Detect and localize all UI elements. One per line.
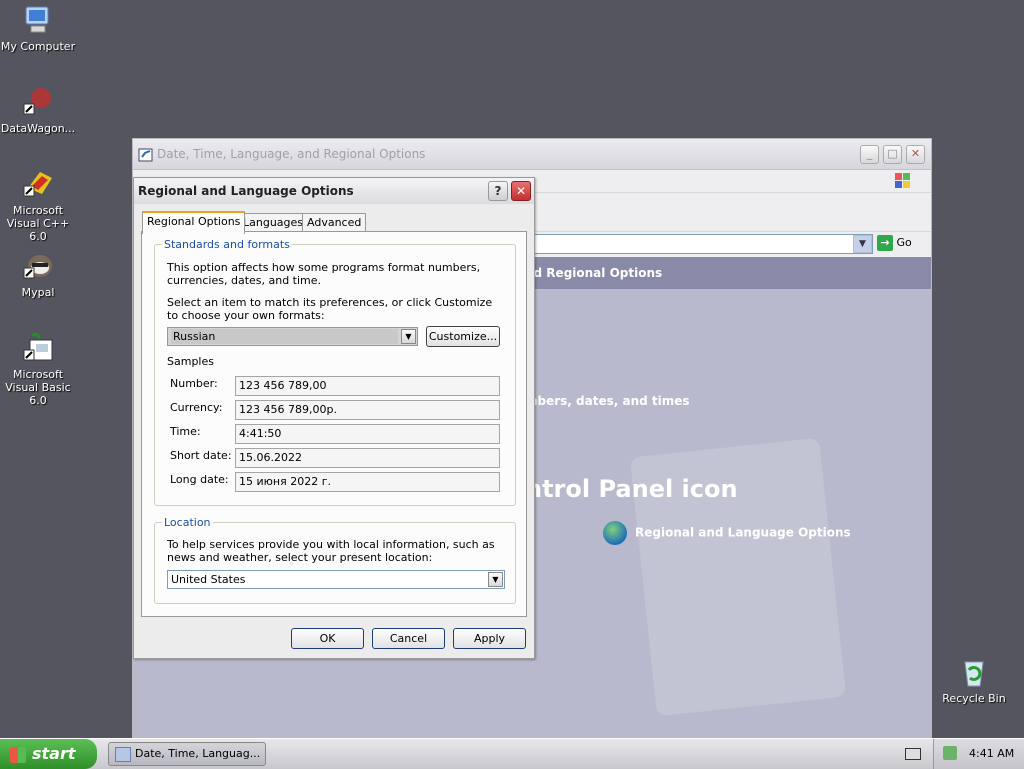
- cancel-button[interactable]: Cancel: [372, 628, 445, 649]
- customize-button[interactable]: Customize...: [426, 326, 500, 347]
- tab-languages[interactable]: Languages: [238, 213, 309, 232]
- chevron-down-icon[interactable]: ▼: [488, 572, 503, 587]
- datawagon-icon: [22, 86, 54, 118]
- sample-long-date-label: Long date:: [170, 473, 229, 486]
- header-text: nd Regional Options: [525, 266, 663, 280]
- start-label: start: [32, 744, 76, 763]
- visual-cpp-icon: [22, 168, 54, 200]
- maximize-button[interactable]: □: [883, 145, 902, 164]
- desktop-icon-visual-cpp[interactable]: Microsoft Visual C++ 6.0: [0, 168, 78, 243]
- location-legend: Location: [162, 516, 213, 529]
- windows-logo-icon: [895, 173, 910, 188]
- regional-language-link-label: Regional and Language Options: [635, 525, 851, 540]
- sample-currency-label: Currency:: [170, 401, 223, 414]
- sample-currency-value: 123 456 789,00р.: [235, 400, 500, 420]
- desktop-icon-visual-basic[interactable]: Microsoft Visual Basic 6.0: [0, 332, 78, 407]
- tab-regional-options[interactable]: Regional Options: [142, 211, 246, 234]
- taskbar-item-label: Date, Time, Languag...: [135, 747, 261, 760]
- standards-legend: Standards and formats: [162, 238, 292, 251]
- sample-time-label: Time:: [170, 425, 201, 438]
- sample-long-date-value: 15 июня 2022 г.: [235, 472, 500, 492]
- clock[interactable]: 4:41 AM: [969, 747, 1014, 760]
- task-subtitle: mbers, dates, and times: [525, 394, 690, 408]
- regional-language-dialog: Regional and Language Options ? ✕ Region…: [133, 177, 535, 659]
- desktop-icon-label: Recycle Bin: [942, 692, 1006, 705]
- desktop-icon-mypal[interactable]: Mypal: [0, 250, 78, 299]
- location-select-value: United States: [171, 573, 246, 586]
- go-button[interactable]: → Go: [877, 235, 912, 253]
- tab-advanced[interactable]: Advanced: [302, 213, 367, 232]
- format-select-value: Russian: [171, 329, 398, 344]
- help-button[interactable]: ?: [488, 181, 508, 201]
- location-description: To help services provide you with local …: [167, 538, 495, 564]
- samples-label: Samples: [167, 355, 214, 368]
- system-tray: 4:41 AM: [933, 739, 1024, 769]
- network-icon[interactable]: [943, 746, 957, 760]
- dialog-title: Regional and Language Options: [138, 184, 354, 198]
- windows-flag-icon: [10, 746, 26, 763]
- regional-language-link[interactable]: Regional and Language Options: [603, 521, 851, 545]
- sample-short-date-label: Short date:: [170, 449, 232, 462]
- dialog-close-button[interactable]: ✕: [511, 181, 531, 201]
- recycle-bin-icon: [958, 656, 990, 688]
- visual-basic-icon: [22, 332, 54, 364]
- desktop-icon-label: Microsoft Visual Basic 6.0: [5, 368, 71, 407]
- format-select[interactable]: Russian ▼: [167, 327, 418, 346]
- minimize-button[interactable]: _: [860, 145, 879, 164]
- go-label: Go: [896, 236, 912, 249]
- keyboard-icon[interactable]: [905, 748, 921, 760]
- control-panel-titlebar[interactable]: Date, Time, Language, and Regional Optio…: [133, 139, 931, 170]
- my-computer-icon: [22, 4, 54, 36]
- globe-icon: [603, 521, 627, 545]
- chevron-down-icon[interactable]: ▼: [401, 329, 416, 344]
- desktop-icon-label: Microsoft Visual C++ 6.0: [6, 204, 70, 243]
- standards-formats-group: Standards and formats This option affect…: [154, 238, 516, 506]
- desktop-icon-label: Mypal: [21, 286, 55, 299]
- sample-number-value: 123 456 789,00: [235, 376, 500, 396]
- sample-short-date-value: 15.06.2022: [235, 448, 500, 468]
- close-button[interactable]: ✕: [906, 145, 925, 164]
- taskbar: start Date, Time, Languag... 4:41 AM: [0, 738, 1024, 769]
- desktop-icon-recycle-bin[interactable]: Recycle Bin: [934, 656, 1014, 705]
- mypal-icon: [22, 250, 54, 282]
- start-button[interactable]: start: [0, 739, 97, 769]
- desktop-icon-datawagon[interactable]: DataWagon...: [0, 86, 78, 135]
- standards-instruction: Select an item to match its preferences,…: [167, 296, 493, 322]
- taskbar-item-date-time[interactable]: Date, Time, Languag...: [108, 742, 266, 766]
- control-panel-title: Date, Time, Language, and Regional Optio…: [157, 147, 426, 161]
- address-dropdown-button[interactable]: ▼: [853, 235, 872, 253]
- tab-panel: Standards and formats This option affect…: [141, 231, 527, 617]
- pick-icon-title: ntrol Panel icon: [525, 475, 738, 503]
- sample-time-value: 4:41:50: [235, 424, 500, 444]
- desktop-icon-my-computer[interactable]: My Computer: [0, 4, 78, 53]
- desktop-icon-label: DataWagon...: [0, 122, 76, 135]
- control-panel-icon: [115, 747, 131, 762]
- control-panel-icon: [138, 148, 153, 162]
- location-select[interactable]: United States ▼: [167, 570, 505, 589]
- desktop-icon-label: My Computer: [0, 40, 76, 53]
- address-input[interactable]: [533, 234, 873, 254]
- sample-number-label: Number:: [170, 377, 218, 390]
- apply-button[interactable]: Apply: [453, 628, 526, 649]
- dialog-titlebar[interactable]: Regional and Language Options ? ✕: [134, 178, 534, 204]
- standards-description: This option affects how some programs fo…: [167, 261, 481, 287]
- go-arrow-icon: →: [877, 235, 893, 251]
- location-group: Location To help services provide you wi…: [154, 516, 516, 604]
- ok-button[interactable]: OK: [291, 628, 364, 649]
